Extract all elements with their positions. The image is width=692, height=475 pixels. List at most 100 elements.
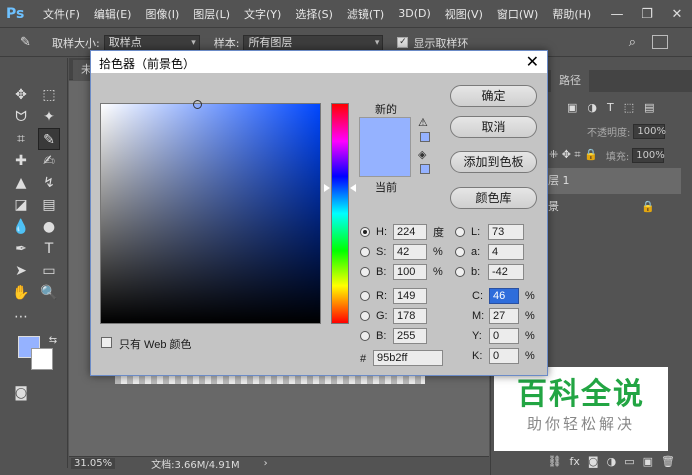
menu-window[interactable]: 窗口(W) [490, 6, 545, 22]
adjustment-filter-icon[interactable]: ◑ [587, 101, 597, 114]
brightness-input[interactable]: 100 [393, 264, 427, 280]
workspace-icon[interactable] [652, 35, 668, 49]
black-input[interactable]: 0 [489, 348, 519, 364]
gamut-warning-icon[interactable]: ⚠ [418, 117, 430, 129]
sample-select[interactable]: 所有图层 [243, 34, 384, 51]
saturation-input[interactable]: 42 [393, 244, 427, 260]
current-color-swatch[interactable] [359, 147, 411, 177]
new-layer-icon[interactable]: ▣ [643, 455, 653, 468]
lab-b-input[interactable]: -42 [488, 264, 524, 280]
red-input[interactable]: 149 [393, 288, 427, 304]
search-icon[interactable]: ⌕ [629, 35, 636, 50]
fx-icon[interactable]: fx [570, 455, 580, 468]
blue-input[interactable]: 255 [393, 328, 427, 344]
quick-mask-icon[interactable]: ◙ [10, 382, 32, 404]
path-select-icon[interactable]: ➤ [10, 260, 32, 282]
eyedropper-icon[interactable]: ✎ [20, 35, 38, 50]
hue-slider-right-arrow-icon[interactable] [350, 184, 356, 192]
web-only-checkbox[interactable] [101, 337, 112, 348]
menu-layer[interactable]: 图层(L) [186, 6, 237, 22]
menu-3d[interactable]: 3D(D) [391, 7, 438, 20]
image-filter-icon[interactable]: ▣ [567, 101, 577, 114]
lab-a-radio[interactable] [455, 247, 465, 257]
blue-radio[interactable] [360, 331, 370, 341]
hue-radio[interactable] [360, 227, 370, 237]
menu-file[interactable]: 文件(F) [36, 6, 87, 22]
menu-image[interactable]: 图像(I) [138, 6, 186, 22]
saturation-brightness-field[interactable] [100, 100, 321, 324]
history-brush-icon[interactable]: ↯ [38, 172, 60, 194]
close-icon[interactable]: ✕ [526, 52, 539, 72]
fill-input[interactable]: 100% [632, 147, 665, 163]
hue-input[interactable]: 224 [393, 224, 427, 240]
marquee-tool-icon[interactable]: ⬚ [38, 84, 60, 106]
web-safe-cube-icon[interactable]: ◈ [418, 149, 430, 161]
green-input[interactable]: 178 [393, 308, 427, 324]
red-radio[interactable] [360, 291, 370, 301]
smart-filter-icon[interactable]: ▤ [644, 101, 654, 114]
type-filter-icon[interactable]: T [607, 101, 614, 114]
minimize-button[interactable]: — [602, 7, 632, 22]
adjustment-icon[interactable]: ◑ [607, 455, 617, 468]
close-window-button[interactable]: ✕ [662, 7, 692, 22]
magenta-input[interactable]: 27 [489, 308, 519, 324]
swap-colors-icon[interactable]: ⇆ [42, 330, 64, 352]
color-marker[interactable] [193, 100, 202, 109]
move-tool-icon[interactable]: ✥ [10, 84, 32, 106]
zoom-tool-icon[interactable]: 🔍 [38, 282, 60, 304]
gradient-tool-icon[interactable]: ▤ [38, 194, 60, 216]
opacity-input[interactable]: 100% [633, 123, 666, 139]
lock-icons[interactable]: ⁜ ✥ ⌗ 🔒 [549, 148, 598, 162]
zoom-level[interactable]: 31.05% [71, 458, 116, 469]
lab-a-input[interactable]: 4 [488, 244, 524, 260]
menu-edit[interactable]: 编辑(E) [87, 6, 139, 22]
healing-tool-icon[interactable]: ✚ [10, 150, 32, 172]
menu-select[interactable]: 选择(S) [288, 6, 340, 22]
lab-l-input[interactable]: 73 [488, 224, 524, 240]
mask-icon[interactable]: ◙ [588, 455, 599, 468]
hue-slider-left-arrow-icon[interactable] [324, 184, 330, 192]
cyan-input[interactable]: 46 [489, 288, 519, 304]
add-to-swatches-button[interactable]: 添加到色板 [450, 151, 537, 173]
tab-paths[interactable]: 路径 [551, 70, 589, 92]
color-libraries-button[interactable]: 颜色库 [450, 187, 537, 209]
cancel-button[interactable]: 取消 [450, 116, 537, 138]
brightness-radio[interactable] [360, 267, 370, 277]
brush-tool-icon[interactable]: ✍ [38, 150, 60, 172]
hex-input[interactable]: 95b2ff [373, 350, 443, 366]
yellow-input[interactable]: 0 [489, 328, 519, 344]
shape-filter-icon[interactable]: ⬚ [624, 101, 634, 114]
lasso-tool-icon[interactable]: ᗢ [10, 106, 32, 128]
rectangle-tool-icon[interactable]: ▭ [38, 260, 60, 282]
restore-button[interactable]: ❐ [632, 7, 662, 22]
more-tools-icon[interactable]: ⋯ [10, 306, 32, 328]
type-tool-icon[interactable]: T [38, 238, 60, 260]
lab-l-radio[interactable] [455, 227, 465, 237]
green-radio[interactable] [360, 311, 370, 321]
sample-size-select[interactable]: 取样点 [103, 34, 200, 51]
eyedropper-tool-icon[interactable]: ✎ [38, 128, 60, 150]
gamut-swatch[interactable] [420, 132, 430, 142]
ok-button[interactable]: 确定 [450, 85, 537, 107]
web-safe-swatch[interactable] [420, 164, 430, 174]
show-ring-checkbox[interactable]: ✓ [397, 37, 409, 48]
link-layers-icon[interactable]: ⛓ [548, 455, 562, 468]
menu-view[interactable]: 视图(V) [438, 6, 490, 22]
pen-tool-icon[interactable]: ✒ [10, 238, 32, 260]
saturation-radio[interactable] [360, 247, 370, 257]
stamp-tool-icon[interactable]: ▲ [10, 172, 32, 194]
status-menu-arrow-icon[interactable]: › [264, 458, 268, 469]
group-icon[interactable]: ▭ [624, 455, 634, 468]
menu-filter[interactable]: 滤镜(T) [340, 6, 391, 22]
menu-help[interactable]: 帮助(H) [545, 6, 598, 22]
hue-slider[interactable] [331, 103, 349, 324]
blur-tool-icon[interactable]: 💧 [10, 216, 32, 238]
eraser-tool-icon[interactable]: ◪ [10, 194, 32, 216]
magic-wand-tool-icon[interactable]: ✦ [38, 106, 60, 128]
menu-type[interactable]: 文字(Y) [237, 6, 288, 22]
trash-icon[interactable]: 🗑 [661, 455, 675, 468]
crop-tool-icon[interactable]: ⌗ [10, 128, 32, 150]
dodge-tool-icon[interactable]: ● [38, 216, 60, 238]
hand-tool-icon[interactable]: ✋ [10, 282, 32, 304]
lab-b-radio[interactable] [455, 267, 465, 277]
